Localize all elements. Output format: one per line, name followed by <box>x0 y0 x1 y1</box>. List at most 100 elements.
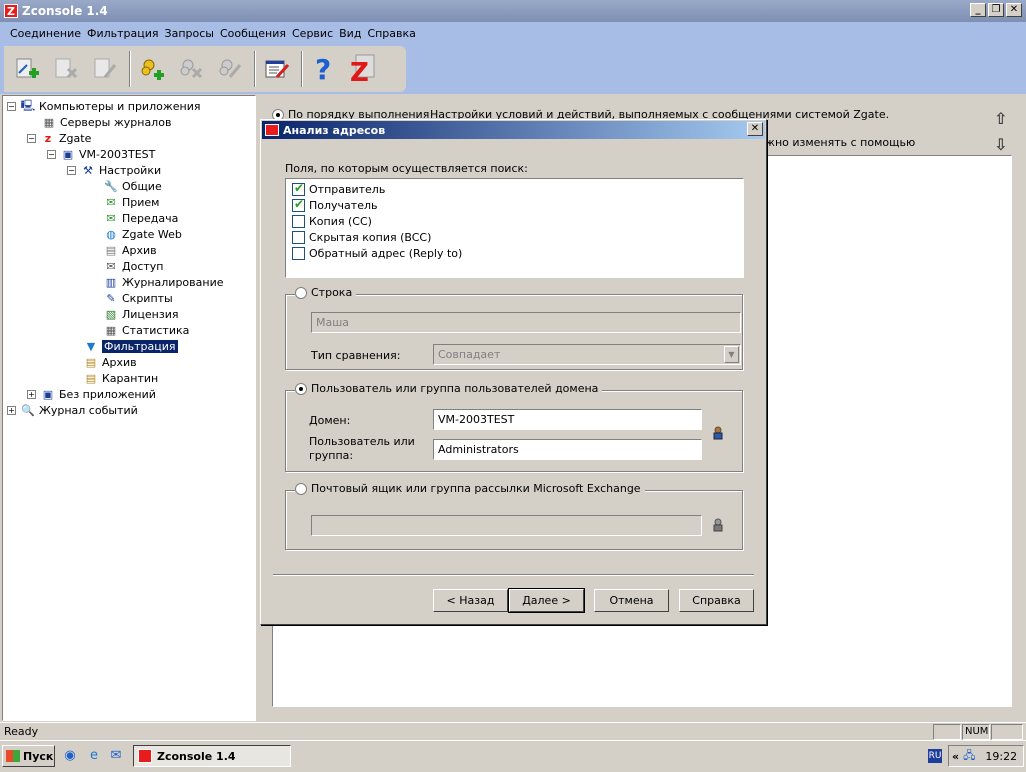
tray-expand-icon[interactable]: « <box>952 750 959 763</box>
wrench-icon: 🔧 <box>104 179 118 193</box>
field-sender[interactable]: Отправитель <box>292 181 385 197</box>
tree-item-general[interactable]: 🔧 Общие <box>103 178 162 194</box>
exchange-caption[interactable]: Почтовый ящик или группа рассылки Micros… <box>295 482 645 495</box>
bcc-checkbox[interactable] <box>292 230 305 244</box>
menu-service[interactable]: Сервис <box>292 27 333 40</box>
collapse-toggle-icon[interactable]: − <box>47 149 56 159</box>
reply-to-checkbox[interactable] <box>292 246 305 260</box>
tree-item-no-apps[interactable]: + ▣ Без приложений <box>27 386 156 402</box>
string-radio-button[interactable] <box>295 286 307 299</box>
internet-explorer-icon[interactable]: e <box>86 748 102 764</box>
sender-checkbox[interactable] <box>292 181 305 196</box>
field-bcc[interactable]: Скрытая копия (BCC) <box>292 229 431 245</box>
select-user-icon[interactable] <box>712 426 724 443</box>
start-button[interactable]: Пуск <box>2 745 55 767</box>
svg-text:Z: Z <box>350 58 369 85</box>
back-button[interactable]: < Назад <box>433 589 508 612</box>
cancel-button[interactable]: Отмена <box>594 589 669 612</box>
tree-item-transfer[interactable]: ✉ Передача <box>103 210 178 226</box>
tree-item-logging[interactable]: ▥ Журналирование <box>103 274 224 290</box>
envelope-out-icon: ✉ <box>106 211 116 225</box>
menu-connection[interactable]: Соединение <box>10 27 81 40</box>
tree-item-computers-apps[interactable]: − 🖳 Компьютеры и приложения <box>7 98 200 114</box>
expand-toggle-icon[interactable]: + <box>7 405 16 415</box>
tree-item-zgate-web[interactable]: ◍ Zgate Web <box>103 226 182 242</box>
log-edit-icon[interactable] <box>260 50 294 88</box>
tree-item-zgate[interactable]: − z Zgate <box>27 130 91 146</box>
edit-connection-icon[interactable] <box>88 50 122 88</box>
menu-help[interactable]: Справка <box>367 27 415 40</box>
tree-item-filtering[interactable]: ▼ Фильтрация <box>83 338 178 354</box>
add-server-icon[interactable] <box>135 50 169 88</box>
help-button[interactable]: Справка <box>679 589 754 612</box>
string-input[interactable]: Маша <box>311 312 741 333</box>
zgate-about-icon[interactable]: Z <box>346 50 380 88</box>
close-button[interactable]: ✕ <box>1006 3 1022 17</box>
string-caption[interactable]: Строка <box>295 286 357 299</box>
menu-queries[interactable]: Запросы <box>165 27 214 40</box>
menu-view[interactable]: Вид <box>339 27 361 40</box>
tree-item-receive[interactable]: ✉ Прием <box>103 194 159 210</box>
user-group-input[interactable]: Administrators <box>433 439 702 460</box>
server-properties-icon[interactable] <box>213 50 247 88</box>
user-label-line2: группа: <box>309 449 354 462</box>
exchange-radio-button[interactable] <box>295 482 307 495</box>
tree-item-scripts[interactable]: ✎ Скрипты <box>103 290 172 306</box>
book-icon: ▥ <box>105 275 117 289</box>
expand-toggle-icon[interactable]: + <box>27 389 36 399</box>
domain-user-radio-button[interactable] <box>295 382 307 395</box>
status-scrl-cell <box>991 724 1023 740</box>
next-button[interactable]: Далее > <box>508 588 585 613</box>
select-mailbox-icon[interactable] <box>712 518 724 535</box>
tree-item-license[interactable]: ▧ Лицензия <box>103 306 179 322</box>
address-analysis-dialog: Анализ адресов ✕ Поля, по которым осущес… <box>260 119 767 625</box>
compare-type-select[interactable]: Совпадает ▼ <box>433 344 741 365</box>
clock[interactable]: 19:22 <box>985 750 1017 763</box>
connect-add-icon[interactable] <box>10 50 44 88</box>
field-recipient[interactable]: Получатель <box>292 197 377 213</box>
collapse-toggle-icon[interactable]: − <box>7 101 16 111</box>
taskbar-zconsole-button[interactable]: Zconsole 1.4 <box>133 745 291 767</box>
tree-item-quarantine[interactable]: ▤ Карантин <box>83 370 158 386</box>
tree-item-statistics[interactable]: ▦ Статистика <box>103 322 190 338</box>
domain-user-caption[interactable]: Пользователь или группа пользователей до… <box>295 382 603 395</box>
domain-input[interactable]: VM-2003TEST <box>433 409 702 430</box>
tree-item-archive-settings[interactable]: ▤ Архив <box>103 242 157 258</box>
user-label-line1: Пользователь или <box>309 435 415 448</box>
media-player-icon[interactable]: ◉ <box>62 748 78 764</box>
menu-messages[interactable]: Сообщения <box>220 27 286 40</box>
navigation-tree: − 🖳 Компьютеры и приложения ▦ Серверы жу… <box>2 95 256 721</box>
remove-server-icon[interactable] <box>174 50 208 88</box>
dialog-close-button[interactable]: ✕ <box>747 122 763 136</box>
title-bar[interactable]: Z Zconsole 1.4 _ ❐ ✕ <box>0 0 1026 22</box>
minimize-button[interactable]: _ <box>970 3 986 17</box>
collapse-toggle-icon[interactable]: − <box>27 133 36 143</box>
exchange-mailbox-input[interactable] <box>311 515 702 536</box>
globe-icon: ◍ <box>106 227 116 241</box>
tree-item-archive[interactable]: ▤ Архив <box>83 354 137 370</box>
tree-item-settings[interactable]: − ⚒ Настройки <box>67 162 161 178</box>
cc-checkbox[interactable] <box>292 214 305 228</box>
recipient-checkbox[interactable] <box>292 197 305 212</box>
disconnect-icon[interactable] <box>49 50 83 88</box>
tree-item-server[interactable]: − ▣ VM-2003TEST <box>47 146 155 162</box>
menu-filtering[interactable]: Фильтрация <box>87 27 159 40</box>
move-up-icon[interactable]: ⇧ <box>994 109 1007 128</box>
toolbar-separator <box>301 51 303 87</box>
dialog-divider <box>273 574 754 576</box>
collapse-toggle-icon[interactable]: − <box>67 165 76 175</box>
dialog-title-bar[interactable]: Анализ адресов ✕ <box>262 121 765 139</box>
move-down-icon[interactable]: ⇩ <box>994 135 1007 154</box>
tree-item-event-log[interactable]: + 🔍 Журнал событий <box>7 402 138 418</box>
field-reply-to[interactable]: Обратный адрес (Reply to) <box>292 245 462 261</box>
restore-button[interactable]: ❐ <box>988 3 1004 17</box>
status-text: Ready <box>4 725 39 738</box>
language-indicator[interactable]: RU <box>928 749 942 763</box>
tree-item-access[interactable]: ✉ Доступ <box>103 258 163 274</box>
outlook-express-icon[interactable]: ✉ <box>108 748 124 764</box>
network-icon[interactable]: 🖧 <box>963 747 975 766</box>
status-num-cell: NUM <box>962 724 990 740</box>
field-cc[interactable]: Копия (CC) <box>292 213 372 229</box>
help-icon[interactable]: ? <box>307 50 341 88</box>
tree-item-log-servers[interactable]: ▦ Серверы журналов <box>41 114 172 130</box>
